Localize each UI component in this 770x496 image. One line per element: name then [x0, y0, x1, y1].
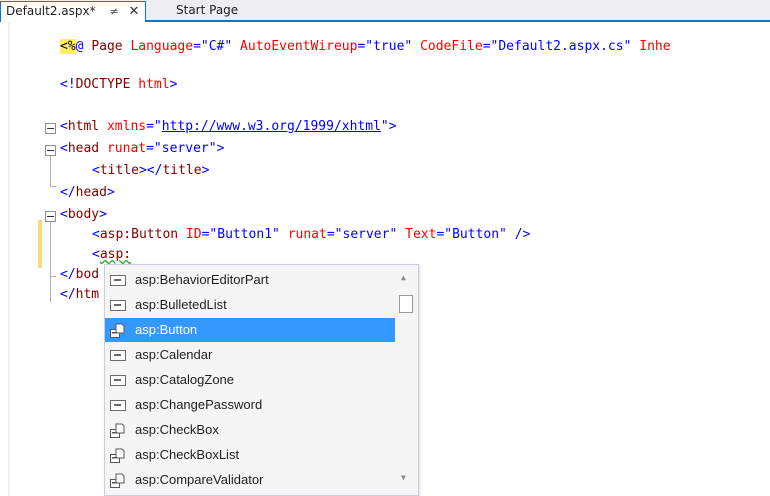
- class-icon: [110, 400, 126, 411]
- control-icon: [110, 448, 125, 463]
- scroll-thumb[interactable]: [399, 295, 413, 313]
- code-line-body-close: </bod: [60, 267, 100, 282]
- code-line-page-directive: <%@ Page Language="C#" AutoEventWireup="…: [60, 39, 671, 54]
- collapse-html-icon[interactable]: [45, 123, 56, 134]
- collapse-head-icon[interactable]: [45, 145, 56, 156]
- code-line-html-close: </htm: [60, 287, 100, 302]
- change-tracking-bar: [38, 220, 42, 268]
- code-line-asp-button: <asp:Button ID="Button1" runat="server" …: [92, 227, 531, 242]
- control-icon: [110, 423, 125, 438]
- completion-item[interactable]: asp:CatalogZone: [105, 368, 395, 392]
- tab-start-page[interactable]: Start Page: [172, 1, 242, 20]
- outline-guide: [50, 156, 51, 186]
- completion-item[interactable]: asp:ChangePassword: [105, 393, 395, 417]
- tab-label: Default2.aspx*: [6, 4, 96, 18]
- completion-item[interactable]: asp:BulletedList: [105, 293, 395, 317]
- collapse-body-icon[interactable]: [45, 211, 56, 222]
- class-icon: [110, 375, 126, 386]
- class-icon: [110, 275, 126, 286]
- pin-icon[interactable]: ≠: [109, 2, 118, 21]
- completion-scrollbar[interactable]: ▲ ▼: [395, 265, 417, 495]
- close-icon[interactable]: ✕: [129, 2, 140, 21]
- code-line-html-open: <html xmlns="http://www.w3.org/1999/xhtm…: [60, 119, 397, 134]
- code-line-body-open: <body>: [60, 207, 107, 222]
- completion-item[interactable]: asp:CompareValidator: [105, 468, 395, 492]
- outline-guide: [50, 276, 56, 277]
- class-icon: [110, 300, 126, 311]
- control-icon: [110, 473, 125, 488]
- completion-item[interactable]: asp:Calendar: [105, 343, 395, 367]
- code-line-asp-typing: <asp:: [92, 247, 132, 262]
- scroll-up-icon[interactable]: ▲: [401, 273, 406, 282]
- code-line-head-open: <head runat="server">: [60, 141, 225, 156]
- code-line-doctype: <!DOCTYPE html>: [60, 77, 178, 92]
- outline-guide: [50, 186, 56, 187]
- class-icon: [110, 350, 126, 361]
- scroll-down-icon[interactable]: ▼: [401, 473, 406, 482]
- tab-default2-aspx[interactable]: Default2.aspx* ≠ ✕: [0, 1, 147, 22]
- completion-item[interactable]: asp:BehaviorEditorPart: [105, 268, 395, 292]
- document-tab-strip: Default2.aspx* ≠ ✕ Start Page: [0, 0, 770, 22]
- xmlns-link[interactable]: http://www.w3.org/1999/xhtml: [162, 119, 381, 134]
- code-line-title: <title></title>: [92, 163, 210, 178]
- completion-item-selected[interactable]: asp:Button: [105, 318, 395, 342]
- tab-label: Start Page: [176, 3, 239, 17]
- completion-item[interactable]: asp:CheckBoxList: [105, 443, 395, 467]
- code-line-head-close: </head>: [60, 185, 115, 200]
- control-icon: [110, 323, 125, 338]
- indicator-margin: [8, 22, 10, 496]
- completion-item[interactable]: asp:CheckBox: [105, 418, 395, 442]
- outline-guide: [50, 222, 51, 302]
- intellisense-completion-list[interactable]: asp:BehaviorEditorPart asp:BulletedList …: [104, 264, 419, 496]
